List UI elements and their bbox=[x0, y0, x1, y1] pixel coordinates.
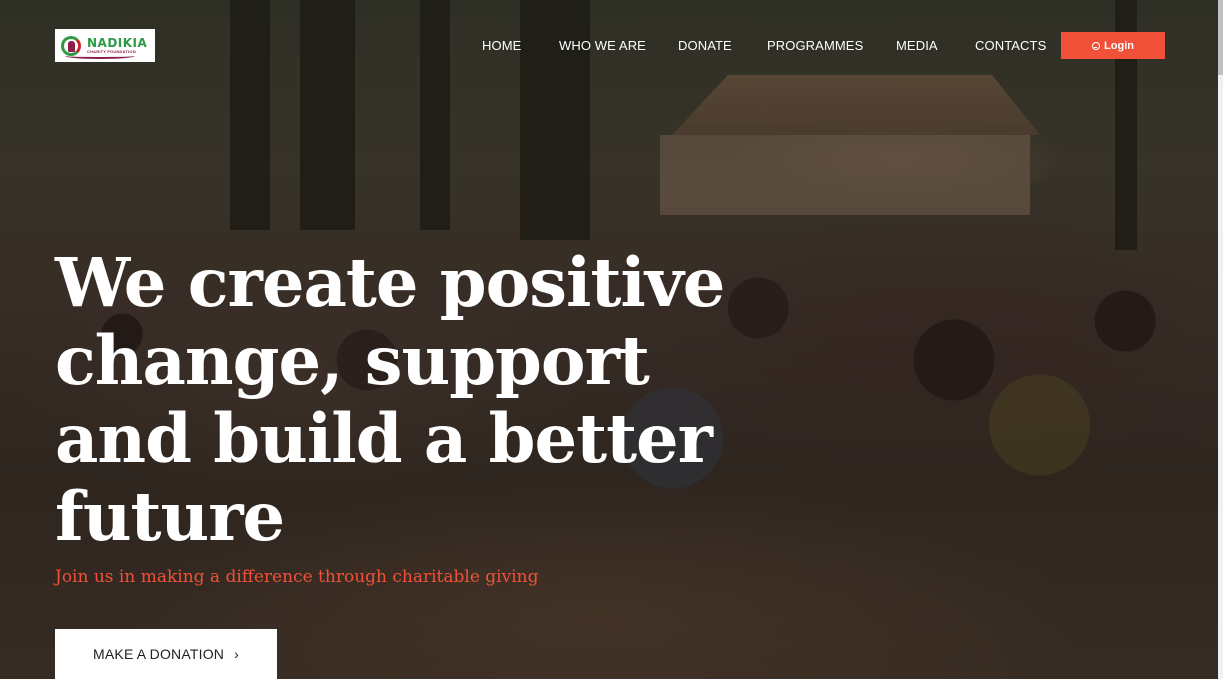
scrollbar-thumb[interactable] bbox=[1218, 0, 1223, 75]
nav-item-programmes[interactable]: PROGRAMMES bbox=[767, 38, 863, 53]
make-donation-button[interactable]: MAKE A DONATION › bbox=[55, 629, 277, 679]
site-header: NADIKIA CHARITY FOUNDATION HOME WHO WE A… bbox=[0, 0, 1223, 90]
brand-logo[interactable]: NADIKIA CHARITY FOUNDATION bbox=[55, 29, 155, 62]
hero-subline: Join us in making a difference through c… bbox=[55, 567, 539, 587]
logo-swoosh-icon bbox=[65, 53, 135, 59]
user-circle-icon bbox=[1092, 41, 1101, 50]
nav-item-home[interactable]: HOME bbox=[482, 38, 521, 53]
hero-headline: We create positive change, support and b… bbox=[55, 243, 725, 556]
nav-item-contacts[interactable]: CONTACTS bbox=[975, 38, 1046, 53]
nav-item-who-we-are[interactable]: WHO WE ARE bbox=[559, 38, 646, 53]
chevron-right-icon: › bbox=[234, 646, 239, 662]
login-label: Login bbox=[1104, 39, 1134, 52]
make-donation-label: MAKE A DONATION bbox=[93, 646, 225, 662]
logo-name: NADIKIA bbox=[87, 36, 148, 50]
nav-item-donate[interactable]: DONATE bbox=[678, 38, 732, 53]
page-scrollbar[interactable] bbox=[1218, 0, 1223, 679]
login-button[interactable]: Login bbox=[1061, 32, 1165, 59]
logo-text: NADIKIA CHARITY FOUNDATION bbox=[87, 37, 147, 54]
nav-item-media[interactable]: MEDIA bbox=[896, 38, 938, 53]
